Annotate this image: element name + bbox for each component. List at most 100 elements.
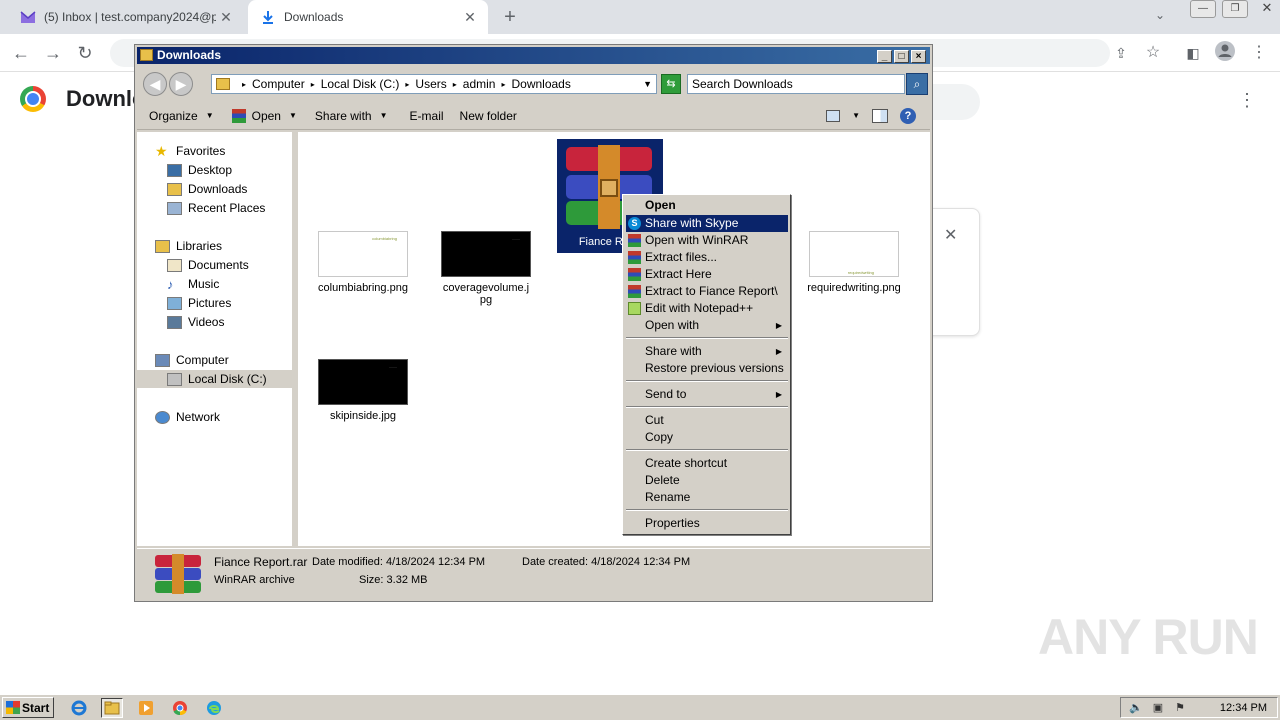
nav-videos[interactable]: Videos xyxy=(167,313,224,331)
reload-icon[interactable]: ↻ xyxy=(72,40,98,66)
nav-computer[interactable]: Computer xyxy=(155,351,229,369)
start-button[interactable]: Start xyxy=(2,697,54,718)
close-tab-icon[interactable]: ✕ xyxy=(460,9,480,26)
nav-music[interactable]: ♪ Music xyxy=(167,275,219,293)
organize-button[interactable]: Organize ▼ xyxy=(149,109,214,123)
side-panel-icon[interactable]: ◧ xyxy=(1180,40,1206,66)
nav-label: Pictures xyxy=(188,296,232,310)
chevron-down-icon[interactable]: ⌄ xyxy=(1150,8,1170,26)
more-options-icon[interactable]: ⋮ xyxy=(1238,90,1256,111)
menu-item-delete[interactable]: Delete xyxy=(626,472,788,489)
close-icon[interactable]: ✕ xyxy=(944,225,957,245)
search-input[interactable]: Search Downloads xyxy=(687,74,905,94)
change-view-icon[interactable] xyxy=(826,109,841,122)
share-icon[interactable]: ⇪ xyxy=(1108,40,1134,66)
menu-item-extract-files[interactable]: Extract files... xyxy=(626,249,788,266)
back-arrow-icon[interactable]: ← xyxy=(8,40,34,66)
refresh-icon[interactable]: ⇆ xyxy=(661,74,681,94)
back-arrow-icon[interactable]: ◀ xyxy=(143,72,167,96)
file-item[interactable]: —— skipinside.jpg xyxy=(313,359,413,422)
nav-downloads[interactable]: Downloads xyxy=(167,180,247,198)
volume-icon[interactable]: 🔈 xyxy=(1129,701,1143,715)
media-player-icon[interactable] xyxy=(135,698,157,718)
tab-inbox[interactable]: (5) Inbox | test.company2024@prot ✕ xyxy=(8,0,244,34)
nav-favorites[interactable]: ★ Favorites xyxy=(155,142,225,160)
breadcrumb-item[interactable]: Users xyxy=(415,77,446,91)
new-tab-button[interactable]: + xyxy=(498,5,522,29)
minimize-button[interactable]: — xyxy=(1190,0,1216,18)
menu-item-rename[interactable]: Rename xyxy=(626,489,788,506)
menu-item-edit-with-notepadpp[interactable]: Edit with Notepad++ xyxy=(626,300,788,317)
new-folder-button[interactable]: New folder xyxy=(460,109,517,123)
menu-item-open-with[interactable]: Open with ▶ xyxy=(626,317,788,334)
close-window-button[interactable]: ✕ xyxy=(1254,0,1280,18)
file-item[interactable]: requiredwriting requiredwriting.png xyxy=(804,231,904,294)
nav-pictures[interactable]: Pictures xyxy=(167,294,231,312)
breadcrumb-item[interactable]: Downloads xyxy=(511,77,570,91)
nav-label: Favorites xyxy=(176,144,226,158)
close-button[interactable]: × xyxy=(911,50,926,63)
navigation-pane: ★ Favorites Desktop Downloads Recent Pla… xyxy=(137,132,295,546)
menu-item-extract-to-folder[interactable]: Extract to Fiance Report\ xyxy=(626,283,788,300)
minimize-button[interactable]: _ xyxy=(877,50,892,63)
internet-explorer-icon[interactable] xyxy=(68,698,90,718)
forward-arrow-icon[interactable]: → xyxy=(40,40,66,66)
local-disk-icon xyxy=(167,372,182,386)
videos-icon xyxy=(167,315,182,329)
forward-arrow-icon[interactable]: ▶ xyxy=(169,72,193,96)
file-explorer-icon[interactable] xyxy=(101,698,123,718)
menu-item-restore-previous-versions[interactable]: Restore previous versions xyxy=(626,360,788,377)
chevron-down-icon[interactable]: ▼ xyxy=(852,111,860,120)
chrome-menu-icon[interactable]: ⋮ xyxy=(1246,40,1272,66)
breadcrumb[interactable]: ▸ Computer ▸ Local Disk (C:) ▸ Users ▸ a… xyxy=(211,74,657,94)
help-icon[interactable]: ? xyxy=(900,107,916,124)
chrome-icon[interactable] xyxy=(169,698,191,718)
nav-recent-places[interactable]: Recent Places xyxy=(167,199,265,217)
edge-icon[interactable] xyxy=(203,698,225,718)
system-tray: 🔈 ▣ ⚑ 12:34 PM xyxy=(1120,697,1278,718)
menu-item-send-to[interactable]: Send to ▶ xyxy=(626,386,788,403)
share-with-button[interactable]: Share with ▼ xyxy=(315,109,388,123)
chevron-down-icon[interactable]: ▼ xyxy=(643,79,652,89)
menu-item-cut[interactable]: Cut xyxy=(626,412,788,429)
menu-separator xyxy=(626,337,788,339)
close-tab-icon[interactable]: ✕ xyxy=(216,9,236,26)
menu-item-properties[interactable]: Properties xyxy=(626,515,788,532)
breadcrumb-item[interactable]: Computer xyxy=(252,77,305,91)
menu-label: Edit with Notepad++ xyxy=(645,301,754,315)
downloads-search-field[interactable] xyxy=(930,84,980,120)
menu-item-share-with-skype[interactable]: S Share with Skype xyxy=(626,215,788,232)
profile-avatar-icon[interactable] xyxy=(1212,40,1238,66)
breadcrumb-item[interactable]: admin xyxy=(463,77,496,91)
menu-item-extract-here[interactable]: Extract Here xyxy=(626,266,788,283)
menu-item-create-shortcut[interactable]: Create shortcut xyxy=(626,455,788,472)
menu-item-open[interactable]: Open xyxy=(626,197,788,214)
open-button[interactable]: Open ▼ xyxy=(231,108,297,123)
network-tray-icon[interactable]: ▣ xyxy=(1151,701,1165,715)
breadcrumb-item[interactable]: Local Disk (C:) xyxy=(321,77,400,91)
menu-item-open-with-winrar[interactable]: Open with WinRAR xyxy=(626,232,788,249)
action-center-flag-icon[interactable]: ⚑ xyxy=(1173,701,1187,715)
menu-label: Rename xyxy=(645,490,691,504)
email-button[interactable]: E-mail xyxy=(410,109,444,123)
downloads-page-header: Downlo xyxy=(20,86,145,112)
image-thumbnail: —— xyxy=(441,231,531,277)
search-icon[interactable]: ⌕ xyxy=(906,73,928,95)
preview-pane-icon[interactable] xyxy=(872,108,888,123)
file-item[interactable]: —— coveragevolume.jpg xyxy=(436,231,536,306)
nav-documents[interactable]: Documents xyxy=(167,256,249,274)
menu-item-copy[interactable]: Copy xyxy=(626,429,788,446)
nav-libraries[interactable]: Libraries xyxy=(155,237,222,255)
maximize-button[interactable]: □ xyxy=(894,50,909,63)
nav-network[interactable]: Network xyxy=(155,408,220,426)
tab-downloads[interactable]: Downloads ✕ xyxy=(248,0,488,34)
file-item[interactable]: columbiabring columbiabring.png xyxy=(313,231,413,294)
bookmark-star-icon[interactable]: ☆ xyxy=(1140,40,1166,66)
clock[interactable]: 12:34 PM xyxy=(1220,702,1267,714)
restore-button[interactable]: ❐ xyxy=(1222,0,1248,18)
nav-desktop[interactable]: Desktop xyxy=(167,161,232,179)
menu-item-share-with[interactable]: Share with ▶ xyxy=(626,343,788,360)
documents-icon xyxy=(167,258,182,272)
nav-local-disk[interactable]: Local Disk (C:) xyxy=(137,370,292,388)
explorer-title-bar: Downloads _ □ × xyxy=(137,47,930,64)
